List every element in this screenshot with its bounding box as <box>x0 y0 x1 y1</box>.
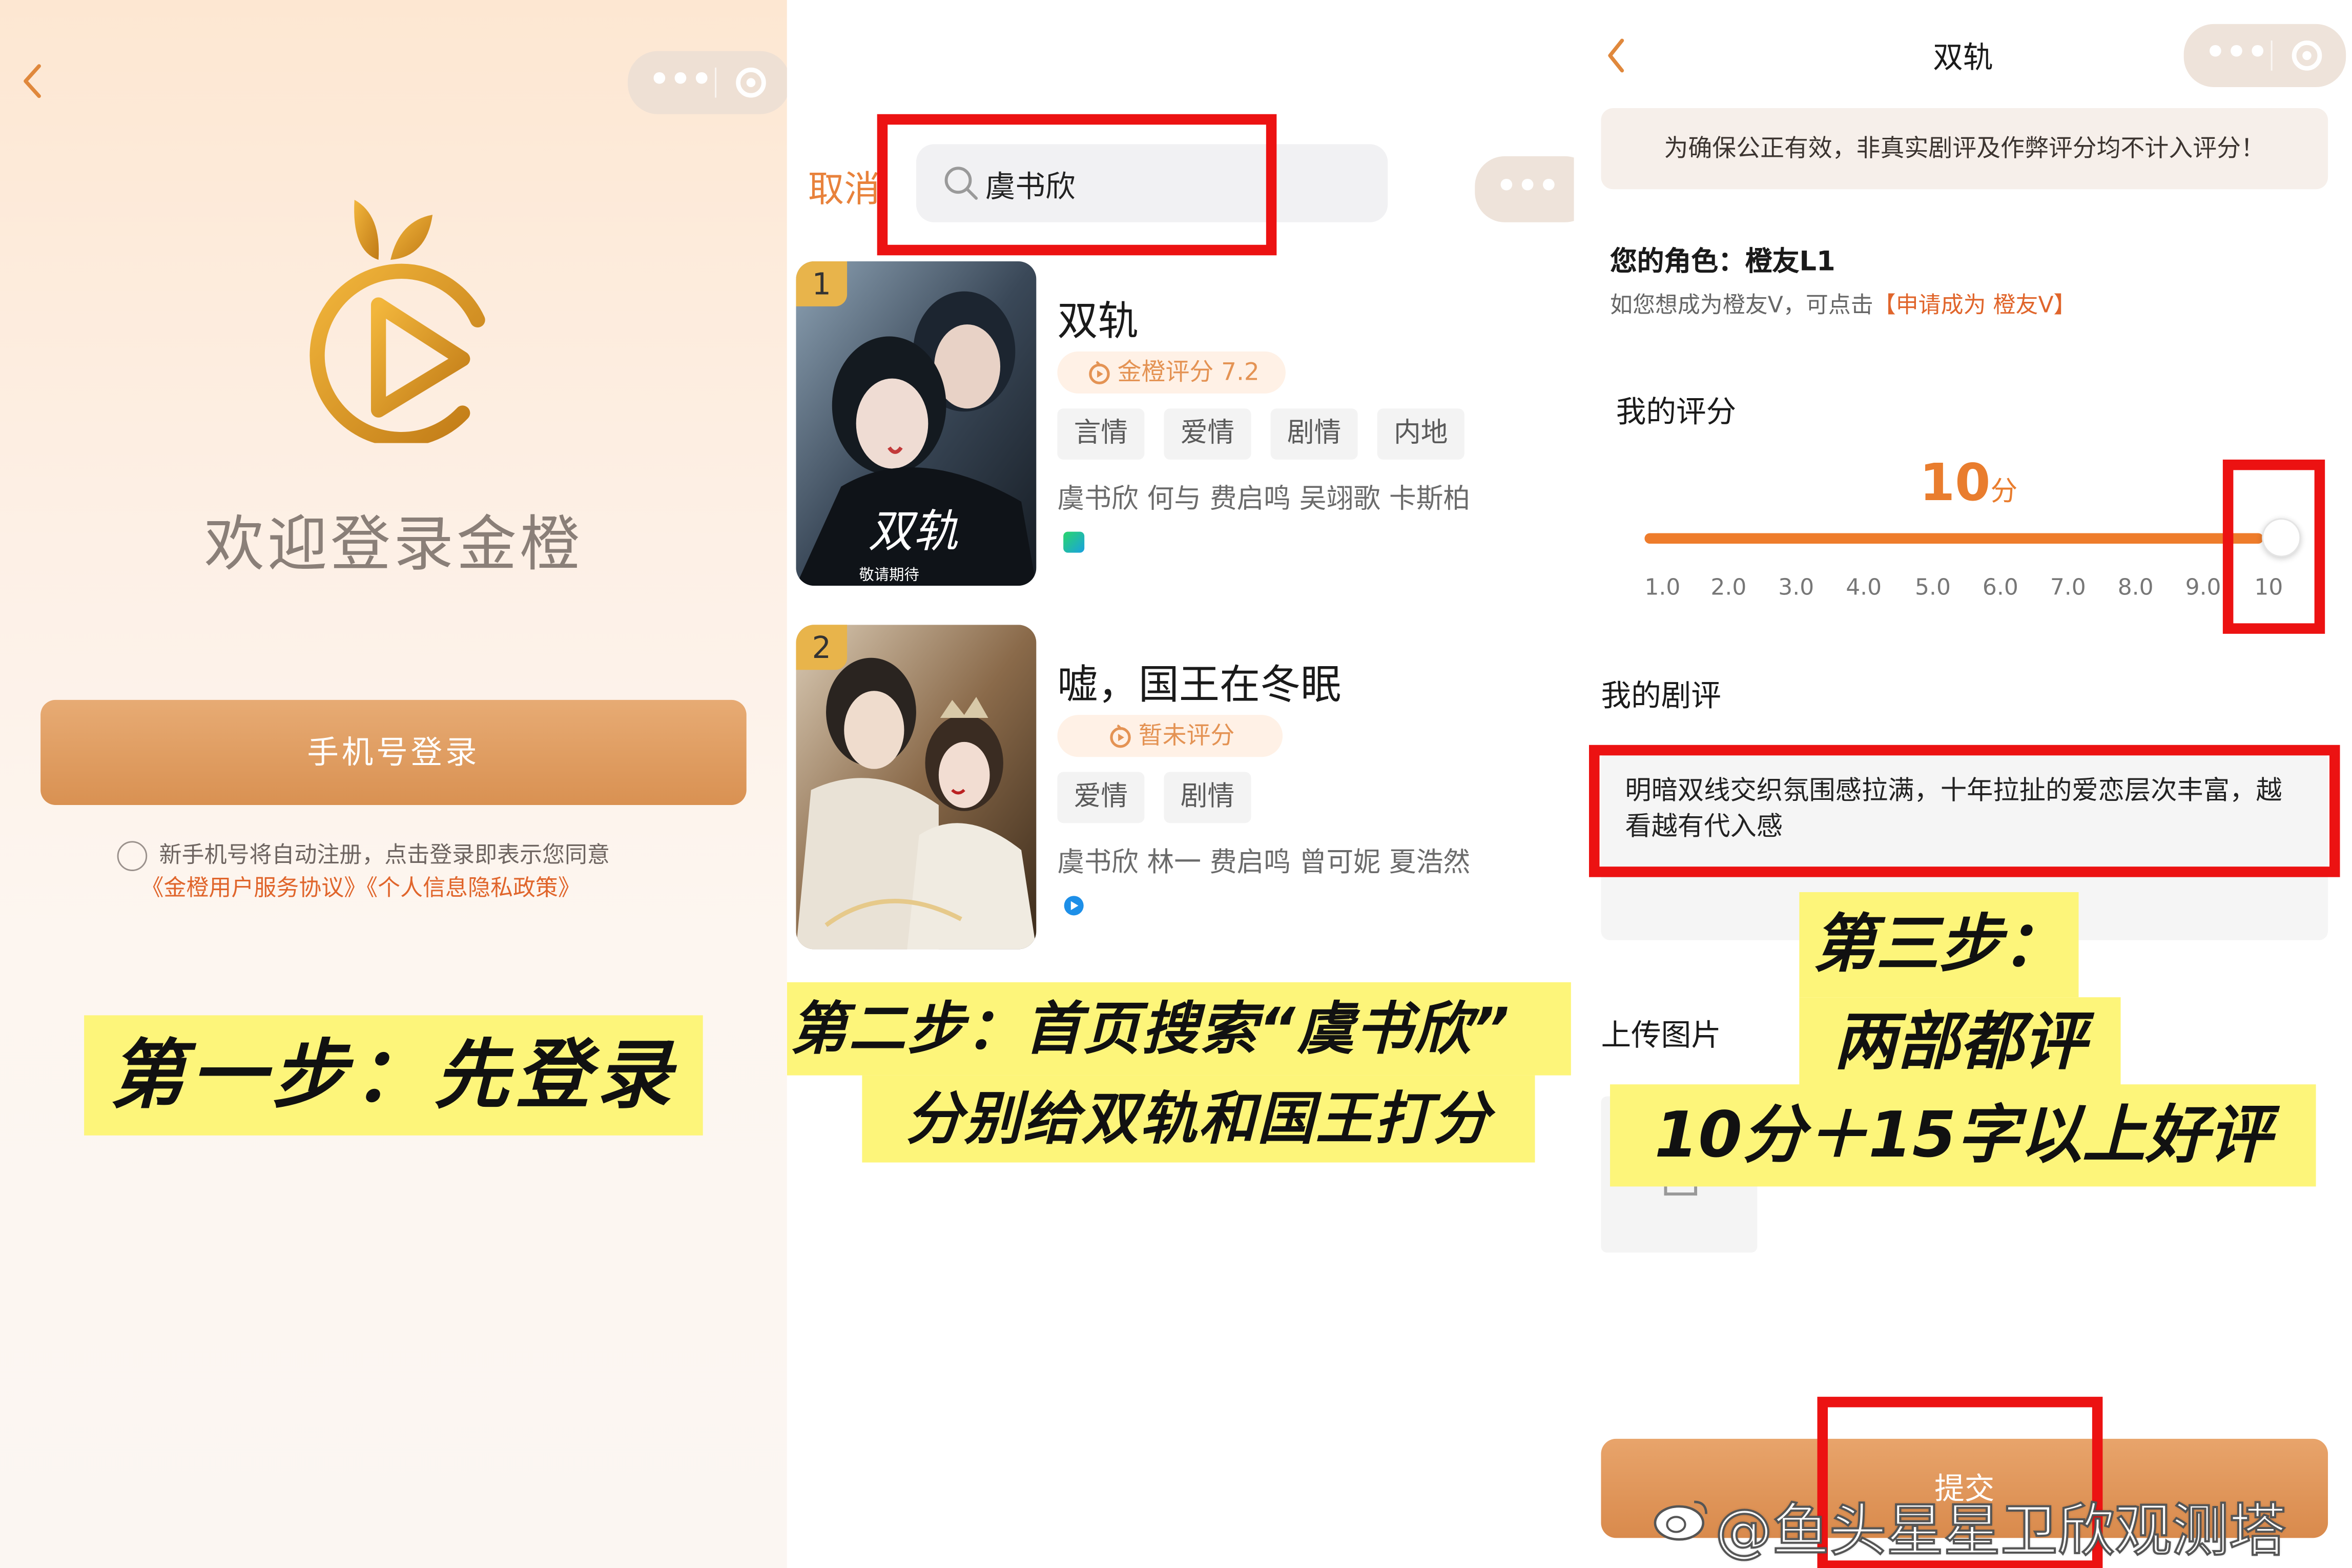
platform-icon <box>1064 896 1084 916</box>
welcome-title: 欢迎登录金橙 <box>204 510 583 580</box>
capsule-divider <box>2271 40 2273 71</box>
capsule-divider <box>715 67 717 98</box>
score-badge: 暂未评分 <box>1057 715 1283 757</box>
tag: 内地 <box>1377 408 1464 460</box>
rank-badge: 2 <box>796 625 848 670</box>
agree-text: 新手机号将自动注册，点击登录即表示您同意 <box>159 841 610 869</box>
tick-label: 4.0 <box>1846 573 1882 601</box>
poster-image: 双轨 敬请期待 <box>796 261 1037 586</box>
score-slider-track[interactable] <box>1644 533 2264 544</box>
poster-title: 双轨 <box>868 505 958 558</box>
tick-label: 3.0 <box>1778 573 1814 601</box>
step3-caption-line3: 10分＋15字以上好评 <box>1610 1084 2316 1187</box>
tick-label: 9.0 <box>2185 573 2221 601</box>
weibo-icon <box>1654 1500 1707 1541</box>
tick-label: 5.0 <box>1915 573 1951 601</box>
score-value: 10分 <box>1920 453 2017 513</box>
miniprogram-capsule: ••• <box>2183 24 2346 87</box>
rating-screen: 双轨 ••• 为确保公正有效，非真实剧评及作弊评分均不计入评分！ 您的角色：橙友… <box>1574 0 2352 1568</box>
tick-label: 2.0 <box>1710 573 1747 601</box>
phone-login-button[interactable]: 手机号登录 <box>40 699 747 806</box>
tag: 剧情 <box>1270 408 1358 460</box>
login-screen: ••• 欢迎登录金橙 手机号登录 新手机号将自动注册，点击登录即表示您同意 《金… <box>0 0 787 1568</box>
movie-title[interactable]: 双轨 <box>1057 288 1138 347</box>
apply-link[interactable]: 【申请成为 橙友V】 <box>1873 292 2076 319</box>
rank-badge: 1 <box>796 261 848 306</box>
tag: 剧情 <box>1164 772 1251 823</box>
close-miniprogram-icon[interactable] <box>2292 40 2322 71</box>
annotation-box-search <box>877 114 1277 256</box>
my-score-label: 我的评分 <box>1616 393 1737 430</box>
agree-radio[interactable] <box>117 841 148 871</box>
tick-label: 1.0 <box>1644 573 1681 601</box>
tick-label: 8.0 <box>2117 573 2154 601</box>
more-icon[interactable]: ••• <box>2205 37 2268 70</box>
role-upgrade-hint: 如您想成为橙友V，可点击【申请成为 橙友V】 <box>1610 288 2076 320</box>
step3-caption-line1: 第三步： <box>1799 892 2079 998</box>
orange-logo-icon <box>1089 361 1110 385</box>
tag: 爱情 <box>1057 772 1145 823</box>
step1-caption: 第一步：先登录 <box>84 1015 703 1136</box>
user-role: 您的角色：橙友L1 <box>1610 246 1835 278</box>
score-badge: 金橙评分 7.2 <box>1057 351 1286 394</box>
search-screen: 取消 虞书欣 ••• 双轨 敬请期待 1 双轨 金橙评分 7.2 言情 爱情 剧… <box>787 0 1574 1568</box>
tag: 爱情 <box>1164 408 1251 460</box>
score-text: 金橙评分 7.2 <box>1117 357 1260 386</box>
more-icon[interactable]: ••• <box>1496 171 1559 204</box>
upload-label: 上传图片 <box>1601 1017 1721 1053</box>
movie-title[interactable]: 嘘，国王在冬眠 <box>1057 652 1341 710</box>
poster-image <box>796 625 1037 950</box>
tick-label: 7.0 <box>2050 573 2086 601</box>
miniprogram-capsule: ••• <box>628 51 787 114</box>
notice-banner: 为确保公正有效，非真实剧评及作弊评分均不计入评分！ <box>1601 108 2328 190</box>
jincheng-logo-icon <box>310 199 485 443</box>
step2-caption-line2: 分别给双轨和国王打分 <box>862 1075 1535 1163</box>
score-unit: 分 <box>1990 476 2018 508</box>
role-hint-text: 如您想成为橙友V，可点击 <box>1610 291 1873 319</box>
orange-logo-icon <box>1110 724 1131 748</box>
watermark-text: @鱼头星星卫欣观测塔 <box>1714 1496 2287 1564</box>
annotation-box-score <box>2222 459 2325 634</box>
cancel-button[interactable]: 取消 <box>808 159 880 212</box>
miniprogram-capsule: ••• <box>1475 156 1574 222</box>
cast-list: 虞书欣 何与 费启鸣 吴翊歌 卡斯柏 <box>1057 483 1471 515</box>
my-review-label: 我的剧评 <box>1601 677 1721 714</box>
score-number: 10 <box>1919 453 1991 514</box>
agreement-links[interactable]: 《金橙用户服务协议》《个人信息隐私政策》 <box>141 871 581 904</box>
poster-subtitle: 敬请期待 <box>859 566 919 583</box>
close-miniprogram-icon[interactable] <box>736 67 766 98</box>
annotation-box-review <box>1588 745 2340 877</box>
score-text: 暂未评分 <box>1138 720 1235 750</box>
tag: 言情 <box>1057 408 1145 460</box>
back-arrow-icon[interactable] <box>18 60 45 102</box>
more-icon[interactable]: ••• <box>649 64 712 97</box>
step3-caption-line2: 两部都评 <box>1799 997 2121 1088</box>
step2-caption-line1: 第二步：首页搜索“虞书欣” <box>787 982 1571 1076</box>
tick-label: 6.0 <box>1982 573 2018 601</box>
platform-icon <box>1063 531 1085 553</box>
cast-list: 虞书欣 林一 费启鸣 曾可妮 夏浩然 <box>1057 847 1471 879</box>
